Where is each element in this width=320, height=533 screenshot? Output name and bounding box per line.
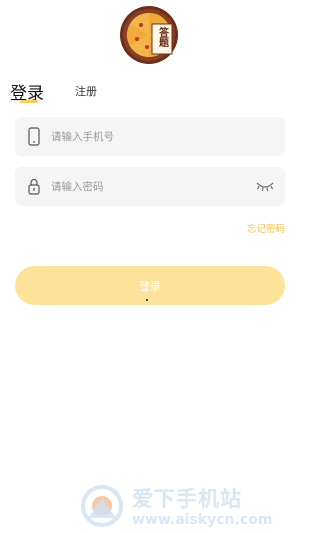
watermark-url: www.aiskycn.com — [132, 512, 273, 528]
app-logo: 答题 — [120, 6, 178, 64]
watermark-title: 爱下手机站 — [132, 487, 242, 511]
cursor-dot — [146, 299, 148, 301]
eye-closed-icon[interactable] — [255, 180, 275, 192]
password-field[interactable] — [15, 167, 285, 206]
phone-input[interactable] — [51, 117, 251, 156]
tab-login-underline — [20, 100, 38, 103]
password-input[interactable] — [51, 167, 251, 206]
login-button[interactable]: 登录 — [15, 266, 285, 305]
lock-icon — [28, 178, 40, 195]
watermark-logo-icon — [81, 485, 123, 527]
forgot-password-link[interactable]: 忘记密码 — [247, 221, 285, 235]
phone-icon — [28, 127, 40, 146]
phone-field[interactable] — [15, 117, 285, 156]
tab-register[interactable]: 注册 — [75, 83, 97, 99]
